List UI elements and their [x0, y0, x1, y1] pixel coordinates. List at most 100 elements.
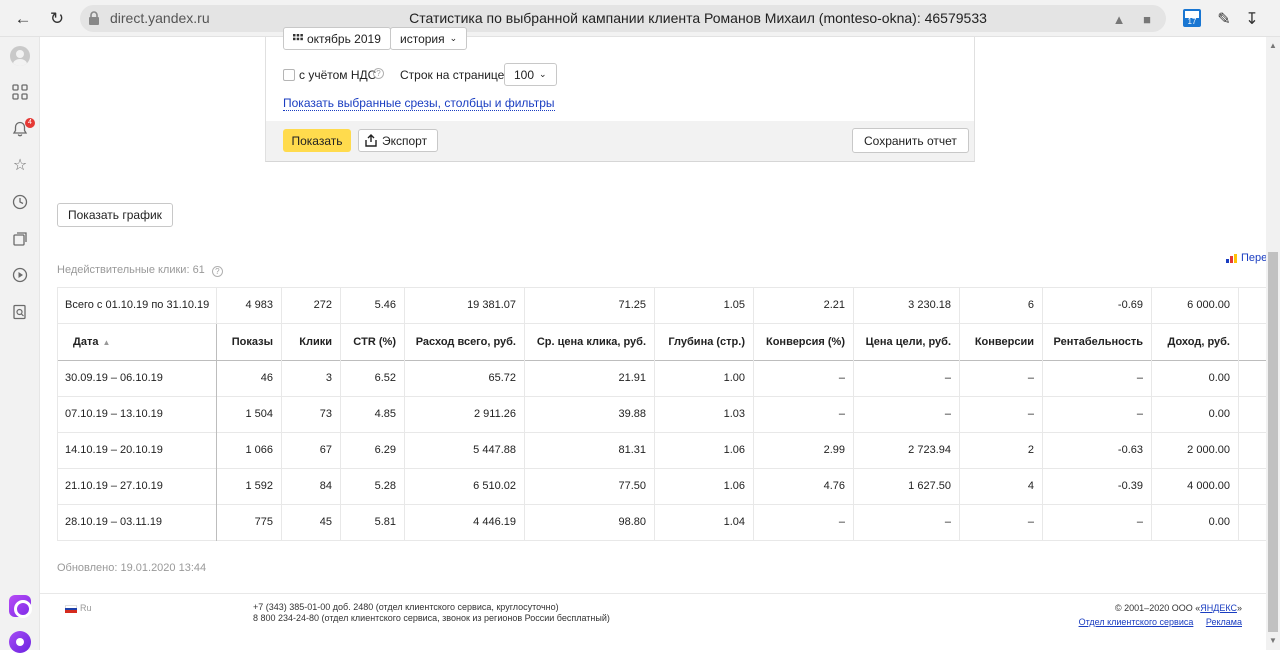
- page-title: Статистика по выбранной кампании клиента…: [409, 10, 987, 26]
- reader-icon[interactable]: ▲: [1110, 10, 1128, 28]
- updated-timestamp: Обновлено: 19.01.2020 13:44: [57, 562, 207, 574]
- vat-checkbox[interactable]: [283, 69, 295, 81]
- table-cell: –: [853, 396, 959, 432]
- column-header[interactable]: Конверсии: [959, 324, 1042, 360]
- column-header[interactable]: Ср. цена клика, руб.: [524, 324, 654, 360]
- client-service-link[interactable]: Отдел клиентского сервиса: [1079, 617, 1194, 627]
- star-icon[interactable]: ☆: [10, 155, 30, 175]
- scroll-down-arrow-icon[interactable]: ▼: [1269, 636, 1277, 645]
- video-icon[interactable]: [10, 265, 30, 285]
- calendar-icon[interactable]: 17: [1183, 9, 1201, 27]
- column-header[interactable]: Дата ▲: [57, 324, 216, 360]
- table-cell: 6.52: [340, 360, 404, 396]
- sort-ascending-icon[interactable]: ▲: [102, 338, 110, 347]
- table-cell: 6: [959, 287, 1042, 323]
- cell-value: -0.69: [1117, 299, 1143, 311]
- table-cell: 73: [281, 396, 340, 432]
- show-graph-button[interactable]: Показать график: [57, 203, 173, 227]
- history-icon[interactable]: [10, 192, 30, 212]
- address-bar[interactable]: direct.yandex.ru Статистика по выбранной…: [80, 5, 1166, 32]
- scrollbar-thumb[interactable]: [1268, 252, 1278, 632]
- column-header[interactable]: CTR (%): [340, 324, 404, 360]
- column-header[interactable]: Расход всего, руб.: [404, 324, 524, 360]
- table-cell: 4 000.00: [1151, 468, 1238, 504]
- table-row-divider: [57, 540, 1266, 541]
- cell-value: 14.10.19 – 20.10.19: [65, 444, 163, 456]
- cell-value: 2 000.00: [1187, 444, 1230, 456]
- table-cell: 81.31: [524, 432, 654, 468]
- bookmark-icon[interactable]: ■: [1138, 10, 1156, 28]
- right-edge-link[interactable]: Пере: [1226, 252, 1267, 264]
- table-cell: 45: [281, 504, 340, 540]
- column-header[interactable]: Цена цели, руб.: [853, 324, 959, 360]
- cell-value: 1 066: [245, 444, 273, 456]
- column-header-label: Конверсия (%): [766, 336, 845, 348]
- source-select[interactable]: история ⌄: [390, 27, 468, 50]
- invalid-clicks-note: Недействительные клики: 61 ?: [57, 264, 223, 277]
- cell-value: 4.76: [823, 480, 845, 492]
- table-total-row: Всего с 01.10.19 по 31.10.19 4 983 272 5.46…: [57, 287, 1266, 323]
- apps-grid-icon[interactable]: [10, 82, 30, 102]
- cell-value: –: [944, 516, 951, 528]
- table-cell: 1.04: [654, 504, 753, 540]
- cell-value: 4 446.19: [473, 516, 516, 528]
- show-button[interactable]: Показать: [283, 129, 351, 152]
- collections-icon[interactable]: [10, 229, 30, 249]
- copyright: © 2001–2020 ООО «ЯНДЕКС»: [1060, 603, 1242, 613]
- report-filter-panel: октябрь 2019 история ⌄ с учётом НДС ? Ст…: [265, 27, 975, 162]
- column-header[interactable]: Клики: [281, 324, 340, 360]
- column-header[interactable]: Показы: [216, 324, 281, 360]
- download-icon[interactable]: ↧: [1240, 7, 1264, 31]
- cell-value: 65.72: [488, 372, 516, 384]
- table-cell: 272: [281, 287, 340, 323]
- save-report-button[interactable]: Сохранить отчет: [852, 128, 969, 153]
- period-select[interactable]: октябрь 2019: [283, 27, 391, 50]
- table-cell: –: [853, 504, 959, 540]
- support-phone-2: 8 800 234-24-80 (отдел клиентского серви…: [253, 613, 610, 623]
- alice-app-icon[interactable]: [9, 595, 32, 618]
- cell-value: 67: [319, 444, 332, 456]
- table-cell: 1.06: [654, 468, 753, 504]
- language-switch[interactable]: Ru: [80, 603, 92, 613]
- extensions-icon[interactable]: ✎: [1212, 7, 1236, 31]
- help-icon[interactable]: ?: [211, 266, 223, 277]
- column-header[interactable]: Доход, руб.: [1151, 324, 1238, 360]
- table-cell: 98.80: [524, 504, 654, 540]
- table-column-divider: [404, 287, 405, 541]
- column-header[interactable]: Глубина (стр.): [654, 324, 753, 360]
- table-cell: –: [959, 396, 1042, 432]
- table-row-divider: [57, 287, 1266, 288]
- back-icon[interactable]: ←: [12, 7, 34, 29]
- period-label: октябрь 2019: [307, 31, 381, 46]
- rows-per-page-select[interactable]: 100 ⌄: [504, 63, 557, 86]
- advertising-link[interactable]: Реклама: [1206, 617, 1242, 627]
- column-header-label: Дата: [73, 336, 99, 348]
- vat-label: с учётом НДС: [299, 68, 377, 82]
- yandex-link[interactable]: ЯНДЕКС: [1200, 603, 1237, 613]
- table-cell: 5.81: [340, 504, 404, 540]
- help-icon[interactable]: ?: [373, 68, 384, 79]
- table-cell: –: [959, 504, 1042, 540]
- table-cell: 4: [959, 468, 1042, 504]
- cell-value: 5.46: [374, 299, 396, 311]
- reload-icon[interactable]: ↻: [46, 7, 68, 29]
- cell-value: 3: [325, 372, 332, 384]
- avatar[interactable]: [10, 46, 30, 66]
- cell-value: 1.00: [723, 372, 745, 384]
- column-header[interactable]: Рентабельность: [1042, 324, 1151, 360]
- column-header[interactable]: Конверсия (%): [753, 324, 853, 360]
- export-button[interactable]: Экспорт: [358, 129, 439, 152]
- column-header[interactable]: Пр: [1238, 324, 1266, 360]
- cell-value: 39.88: [618, 408, 646, 420]
- scroll-up-arrow-icon[interactable]: ▲: [1269, 41, 1277, 50]
- cell-value: 21.91: [618, 372, 646, 384]
- table-column-divider: [524, 287, 525, 541]
- cell-value: 6 510.02: [473, 480, 516, 492]
- search-page-icon[interactable]: [10, 302, 30, 322]
- chevron-down-icon: ⌄: [449, 33, 458, 43]
- cell-value: 28.10.19 – 03.11.19: [65, 516, 163, 528]
- cell-value: –: [1027, 516, 1034, 528]
- show-slices-link[interactable]: Показать выбранные срезы, столбцы и филь…: [283, 96, 555, 111]
- table-row-divider: [57, 396, 1266, 397]
- table-cell: 775: [216, 504, 281, 540]
